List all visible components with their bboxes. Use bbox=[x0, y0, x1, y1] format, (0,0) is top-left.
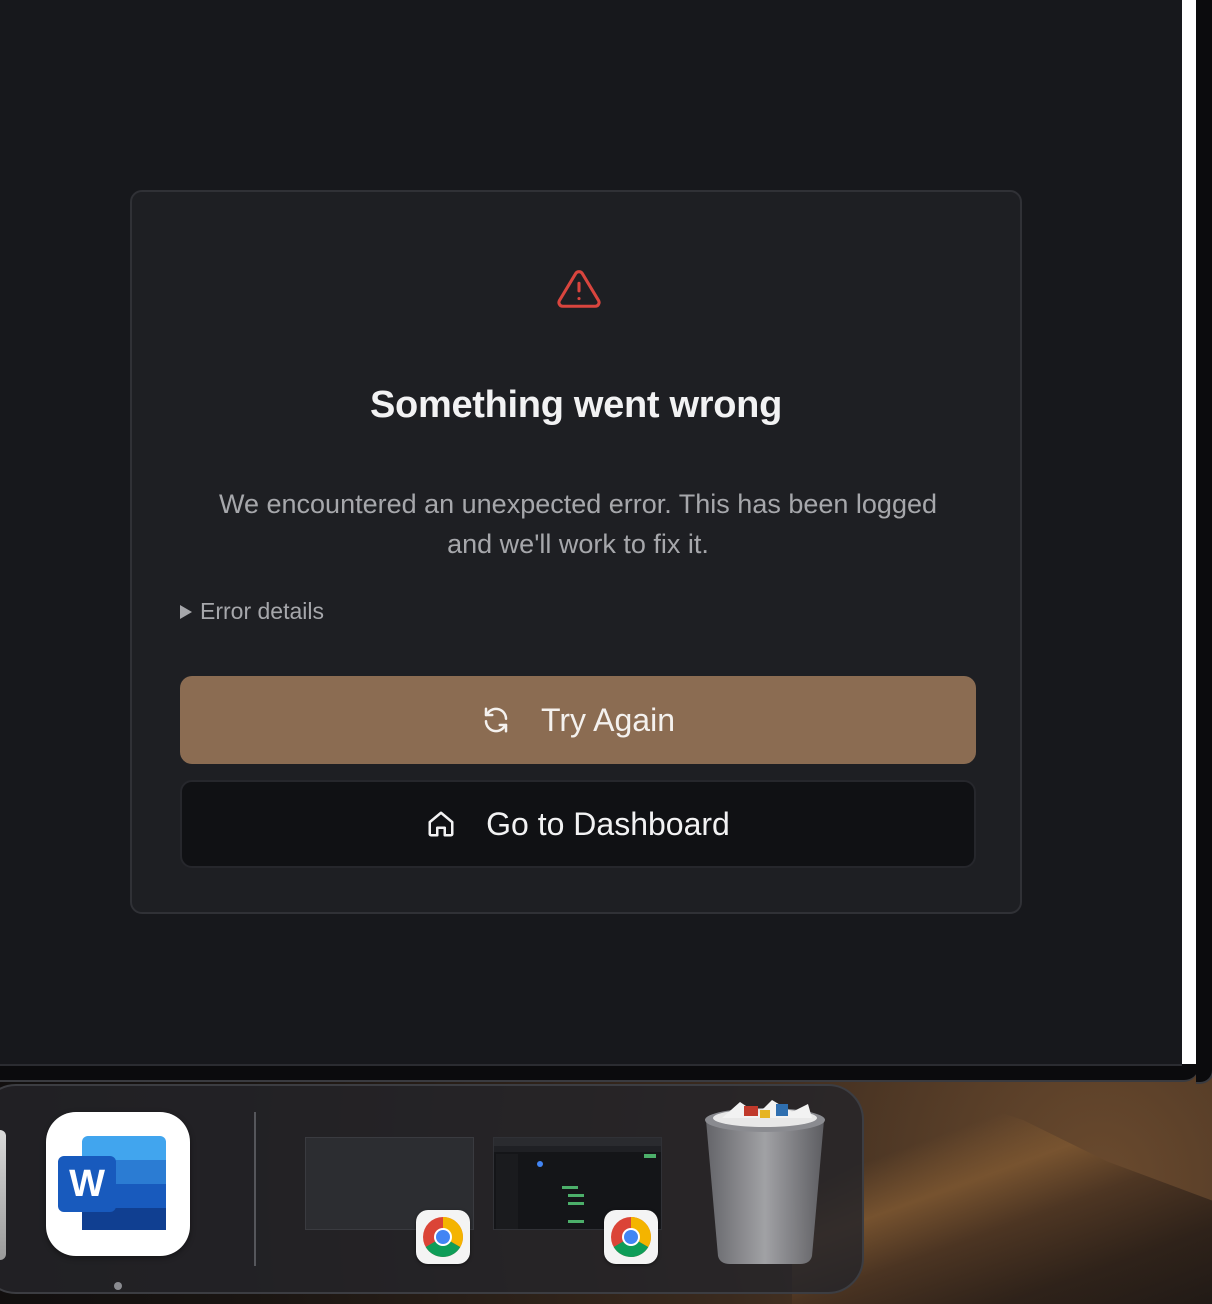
error-card: Something went wrong We encountered an u… bbox=[130, 190, 1022, 914]
chrome-logo-icon bbox=[611, 1217, 651, 1257]
window-frame-right bbox=[1182, 0, 1196, 1064]
home-icon bbox=[428, 811, 454, 837]
warning-triangle-icon bbox=[557, 270, 601, 308]
go-to-dashboard-button[interactable]: Go to Dashboard bbox=[180, 780, 976, 868]
error-title: Something went wrong bbox=[370, 384, 782, 426]
dock-divider bbox=[254, 1112, 256, 1266]
refresh-icon bbox=[484, 707, 508, 733]
error-message: We encountered an unexpected error. This… bbox=[218, 489, 937, 559]
word-logo-icon: W bbox=[58, 1136, 166, 1230]
window-frame-bottom bbox=[0, 1064, 1198, 1082]
disclosure-triangle-icon bbox=[180, 604, 192, 619]
error-details-label: Error details bbox=[200, 598, 324, 624]
try-again-label: Try Again bbox=[541, 701, 675, 738]
svg-text:W: W bbox=[69, 1163, 105, 1205]
chrome-icon[interactable] bbox=[604, 1210, 658, 1264]
trash-icon[interactable] bbox=[700, 1096, 830, 1266]
window-frame-edge bbox=[1196, 0, 1212, 1084]
dock-app-partial-icon[interactable] bbox=[0, 1130, 6, 1260]
microsoft-word-icon[interactable]: W bbox=[46, 1112, 190, 1256]
error-details-toggle[interactable]: Error details bbox=[180, 598, 324, 625]
go-to-dashboard-label: Go to Dashboard bbox=[486, 805, 730, 842]
app-window: Something went wrong We encountered an u… bbox=[0, 0, 1182, 1066]
chrome-icon[interactable] bbox=[416, 1210, 470, 1264]
try-again-button[interactable]: Try Again bbox=[180, 676, 976, 764]
running-indicator bbox=[114, 1282, 122, 1290]
chrome-logo-icon bbox=[423, 1217, 463, 1257]
